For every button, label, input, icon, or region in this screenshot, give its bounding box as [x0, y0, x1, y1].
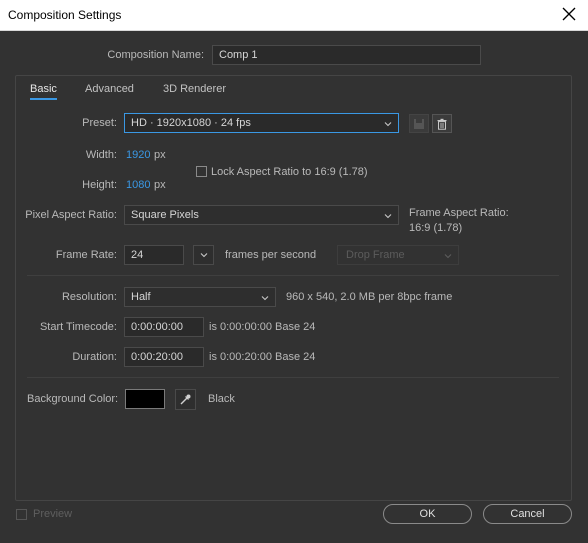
- preview-checkbox[interactable]: [16, 509, 27, 520]
- close-icon[interactable]: [560, 5, 578, 23]
- preview-label: Preview: [33, 508, 73, 520]
- chevron-down-icon: [261, 296, 269, 301]
- frame-rate-unit: frames per second: [225, 249, 317, 261]
- frame-rate-label: Frame Rate:: [55, 249, 117, 261]
- tab-3d-renderer[interactable]: 3D Renderer: [163, 83, 226, 95]
- preset-dropdown[interactable]: HD · 1920x1080 · 24 fps: [124, 113, 399, 133]
- background-color-name: Black: [208, 393, 235, 405]
- window-title: Composition Settings: [8, 8, 122, 22]
- width-unit: px: [154, 149, 166, 161]
- save-preset-button[interactable]: [409, 114, 429, 133]
- start-timecode-info: is 0:00:00:00 Base 24: [209, 321, 316, 333]
- divider: [27, 275, 559, 276]
- width-label: Width:: [85, 149, 117, 161]
- resolution-info: 960 x 540, 2.0 MB per 8bpc frame: [286, 291, 453, 303]
- tab-basic[interactable]: Basic: [30, 83, 57, 95]
- chevron-down-icon: [444, 254, 452, 259]
- eyedropper-icon: [180, 394, 191, 405]
- active-tab-indicator: [30, 98, 57, 100]
- duration-input[interactable]: 0:00:20:00: [124, 347, 204, 367]
- resolution-value: Half: [131, 291, 151, 303]
- start-timecode-input[interactable]: 0:00:00:00: [124, 317, 204, 337]
- settings-panel: [15, 75, 572, 501]
- resolution-dropdown[interactable]: Half: [124, 287, 276, 307]
- comp-name-input[interactable]: Comp 1: [212, 45, 481, 65]
- chevron-down-icon: [200, 253, 208, 258]
- pixel-aspect-dropdown[interactable]: Square Pixels: [124, 205, 399, 225]
- ok-button[interactable]: OK: [383, 504, 472, 524]
- frame-rate-dropdown-button[interactable]: [193, 245, 214, 265]
- drop-frame-dropdown: Drop Frame: [337, 245, 459, 265]
- chevron-down-icon: [384, 214, 392, 219]
- width-value[interactable]: 1920: [126, 149, 150, 161]
- delete-preset-button[interactable]: [432, 114, 452, 133]
- tab-advanced[interactable]: Advanced: [85, 83, 134, 95]
- chevron-down-icon: [384, 122, 392, 127]
- duration-label: Duration:: [72, 351, 117, 363]
- trash-icon: [437, 118, 447, 130]
- pixel-aspect-label: Pixel Aspect Ratio:: [25, 209, 117, 221]
- save-preset-icon: [414, 119, 424, 129]
- frame-aspect-value: 16:9 (1.78): [409, 222, 463, 234]
- duration-info: is 0:00:20:00 Base 24: [209, 351, 316, 363]
- preset-value: HD · 1920x1080 · 24 fps: [131, 117, 251, 129]
- cancel-button[interactable]: Cancel: [483, 504, 572, 524]
- frame-rate-input[interactable]: 24: [124, 245, 184, 265]
- height-unit: px: [154, 179, 166, 191]
- resolution-label: Resolution:: [61, 291, 117, 303]
- divider: [27, 377, 559, 378]
- eyedropper-button[interactable]: [175, 389, 196, 410]
- dialog-body: Composition Name: Comp 1 Basic Advanced …: [0, 31, 588, 543]
- drop-frame-value: Drop Frame: [346, 249, 405, 261]
- frame-aspect-label: Frame Aspect Ratio:: [409, 207, 509, 219]
- background-color-label: Background Color:: [27, 393, 119, 405]
- start-timecode-label: Start Timecode:: [39, 321, 117, 333]
- height-label: Height:: [82, 179, 117, 191]
- lock-aspect-checkbox[interactable]: [196, 166, 207, 177]
- title-bar: Composition Settings: [0, 0, 588, 31]
- background-color-swatch[interactable]: [125, 389, 165, 409]
- pixel-aspect-value: Square Pixels: [131, 209, 199, 221]
- preset-label: Preset:: [82, 117, 117, 129]
- height-value[interactable]: 1080: [126, 179, 150, 191]
- lock-aspect-label: Lock Aspect Ratio to 16:9 (1.78): [211, 166, 368, 178]
- comp-name-label: Composition Name:: [107, 49, 204, 61]
